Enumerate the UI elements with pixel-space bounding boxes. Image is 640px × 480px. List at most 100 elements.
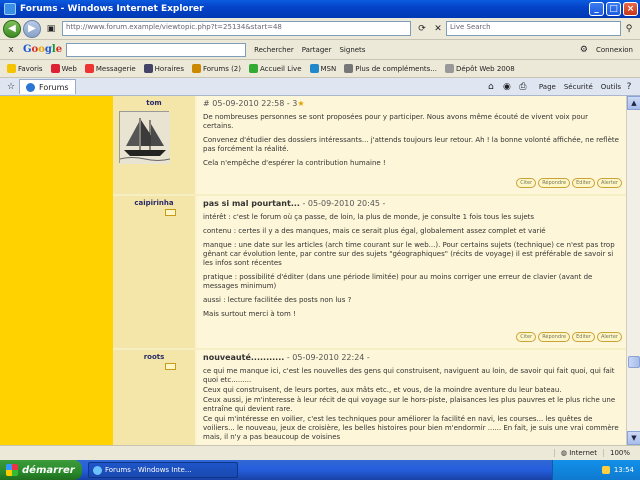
edit-button[interactable]: Editer [572, 332, 595, 342]
post-author[interactable]: caipirinha [113, 199, 195, 207]
google-item-share[interactable]: Partager [302, 46, 332, 54]
post-paragraph: De nombreuses personnes se sont proposée… [203, 113, 588, 130]
menu-page[interactable]: Page [539, 83, 556, 91]
post-paragraph: ce qui me manque ici, c'est les nouvelle… [203, 367, 615, 384]
favorite-item[interactable]: Accueil Live [248, 64, 302, 73]
favorites-button[interactable]: Favoris [7, 64, 43, 73]
left-margin [0, 96, 113, 445]
vertical-scrollbar[interactable]: ▲ ▼ [626, 96, 640, 445]
post-paragraph: Convenez d'étudier des dossiers intéress… [203, 136, 619, 153]
post-title: nouveauté........... - 05-09-2010 22:24 … [203, 353, 370, 362]
tab-icon [26, 82, 35, 92]
post-paragraph: Ce qui m'intéresse en voilier, c'est les… [203, 415, 619, 441]
edit-button[interactable]: Editer [572, 178, 595, 188]
tab-forums[interactable]: Forums [19, 79, 76, 94]
stop-icon[interactable]: ✕ [431, 22, 445, 36]
minimize-button[interactable]: _ [589, 2, 604, 16]
menu-tools[interactable]: Outils [601, 83, 621, 91]
page-icon [444, 64, 454, 73]
window-titlebar: Forums - Windows Internet Explorer _ □ × [0, 0, 640, 18]
status-bar: ◍ Internet 100% [0, 445, 640, 460]
msn-icon [309, 64, 319, 73]
post-paragraph: aussi : lecture facilitée des posts non … [203, 296, 352, 304]
post-author[interactable]: tom [113, 99, 195, 107]
favorite-item[interactable]: Forums (2) [192, 64, 241, 73]
page-content: tom # 05-09-2010 22:58 - 3★ De nombreuse… [0, 96, 626, 445]
quote-button[interactable]: Citer [516, 178, 537, 188]
post-paragraph: Ceux qui construisent, de leurs portes, … [203, 386, 562, 394]
google-signin[interactable]: Connexion [596, 46, 633, 54]
start-button[interactable]: démarrer [0, 460, 82, 480]
scroll-down-button[interactable]: ▼ [627, 431, 640, 445]
address-bar: ◀ ▶ ▣ http://www.forum.example/viewtopic… [0, 18, 640, 40]
print-icon[interactable]: ⎙ [516, 80, 530, 94]
home-icon[interactable]: ⌂ [484, 80, 498, 94]
post-paragraph: Cela n'empêche d'espérer la contribution… [203, 159, 386, 167]
post-author-column [113, 196, 195, 348]
post-paragraph: Ceux aussi, je m'interesse à leur récit … [203, 396, 616, 413]
back-button[interactable]: ◀ [3, 19, 21, 38]
taskbar: démarrer Forums - Windows Inte... 13:54 [0, 460, 640, 480]
scroll-thumb[interactable] [628, 356, 640, 368]
favorites-bar: Favoris Web Messagerie Horaires Forums (… [0, 60, 640, 78]
reply-button[interactable]: Répondre [538, 332, 571, 342]
google-item-search[interactable]: Rechercher [254, 46, 294, 54]
sailboat-avatar [119, 111, 171, 164]
favorite-item[interactable]: Horaires [143, 64, 184, 73]
star-icon [7, 64, 16, 73]
profile-icon[interactable] [165, 363, 176, 370]
search-input[interactable]: Live Search [446, 21, 621, 36]
google-item-bookmarks[interactable]: Signets [339, 46, 365, 54]
favorites-star-icon[interactable]: ☆ [4, 80, 18, 94]
scroll-up-button[interactable]: ▲ [627, 96, 640, 110]
forum-post: roots nouveauté........... - 05-09-2010 … [113, 350, 626, 445]
taskbar-window-button[interactable]: Forums - Windows Inte... [88, 462, 238, 478]
help-icon[interactable]: ? [622, 80, 636, 94]
post-paragraph: Mais surtout merci à tom ! [203, 310, 296, 318]
ie-icon [4, 3, 16, 15]
post-paragraph: pratique : possibilité d'éditer (dans un… [203, 273, 593, 290]
post-paragraph: contenu : certes il y a des manques, mai… [203, 227, 546, 235]
page-icon: ▣ [46, 23, 56, 34]
quote-button[interactable]: Citer [516, 332, 537, 342]
tab-bar: ☆ Forums ⌂ ◉ ⎙ Page Sécurité Outils ? [0, 78, 640, 96]
favorite-item[interactable]: MSN [309, 64, 336, 73]
mail-icon [84, 64, 94, 73]
post-paragraph: intérêt : c'est le forum où ça passe, de… [203, 213, 535, 221]
forum-post: caipirinha pas si mal pourtant... - 05-0… [113, 196, 626, 348]
favorite-item[interactable]: Dépôt Web 2008 [444, 64, 515, 73]
menu-security[interactable]: Sécurité [564, 83, 593, 91]
post-actions: Citer Répondre Editer Alerter [516, 178, 622, 188]
post-title: pas si mal pourtant... - 05-09-2010 20:4… [203, 199, 386, 208]
reply-button[interactable]: Répondre [538, 178, 571, 188]
schedule-icon [143, 64, 153, 73]
settings-icon[interactable]: ⚙ [577, 43, 591, 57]
report-button[interactable]: Alerter [596, 332, 622, 342]
search-icon[interactable]: ⚲ [622, 22, 636, 36]
ie-icon [93, 465, 102, 475]
forward-button[interactable]: ▶ [23, 19, 41, 38]
window-title: Forums - Windows Internet Explorer [20, 4, 204, 14]
favorite-item[interactable]: Plus de compléments... [344, 64, 437, 73]
windows-flag-icon [6, 464, 18, 476]
report-button[interactable]: Alerter [596, 178, 622, 188]
refresh-icon[interactable]: ⟳ [415, 22, 429, 36]
close-button[interactable]: × [623, 2, 638, 16]
maximize-button[interactable]: □ [606, 2, 621, 16]
post-author[interactable]: roots [113, 353, 195, 361]
close-toolbar-icon[interactable]: x [4, 43, 18, 57]
post-author-column [113, 350, 195, 445]
post-paragraph: manque : une date sur les articles (arch… [203, 241, 615, 267]
url-input[interactable]: http://www.forum.example/viewtopic.php?t… [62, 21, 411, 36]
favorite-item[interactable]: Web [50, 64, 77, 73]
feeds-icon[interactable]: ◉ [500, 80, 514, 94]
globe-icon: ◍ [560, 449, 570, 457]
addons-icon [344, 64, 354, 73]
favorite-item[interactable]: Messagerie [84, 64, 136, 73]
live-icon [248, 64, 258, 73]
zoom-level[interactable]: 100% [602, 449, 636, 457]
google-logo: Google [23, 44, 63, 55]
profile-icon[interactable] [165, 209, 176, 216]
tray-icon[interactable] [601, 466, 610, 474]
google-search-input[interactable] [66, 42, 247, 57]
